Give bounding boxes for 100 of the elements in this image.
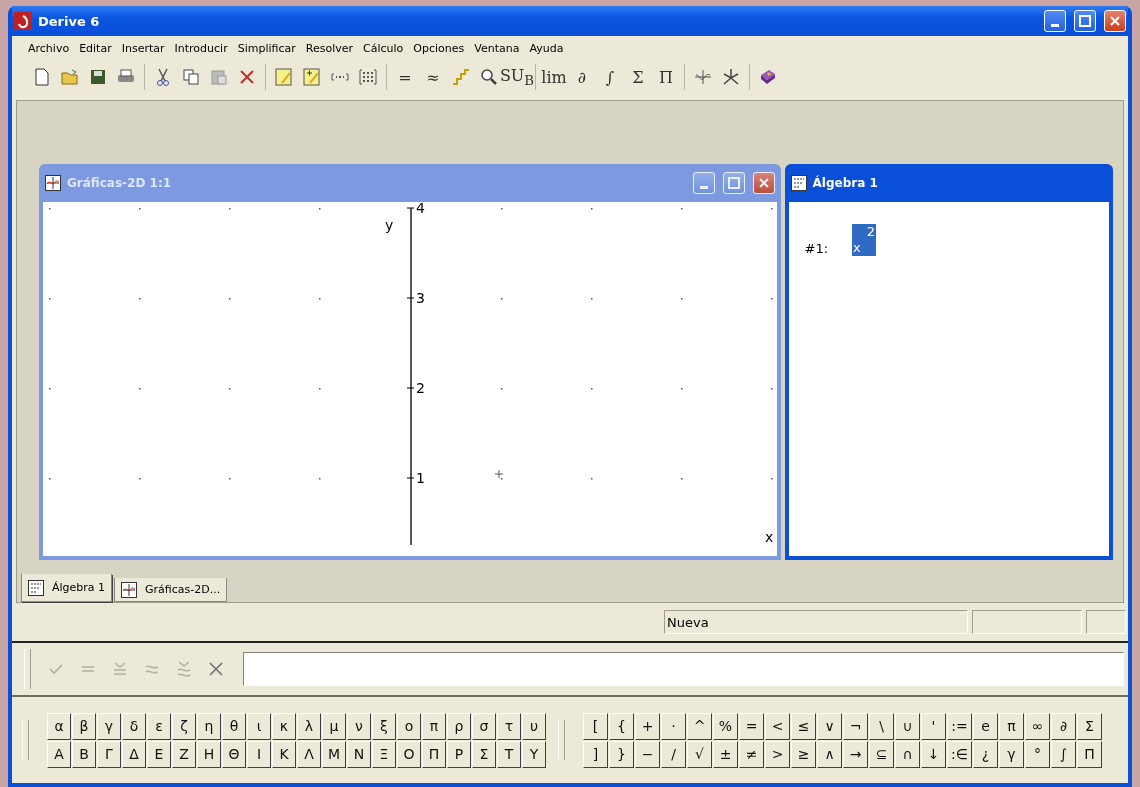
symbol-key[interactable]: ∧ bbox=[817, 740, 842, 768]
symbol-key[interactable]: Κ bbox=[272, 740, 296, 768]
menu-item[interactable]: Insertar bbox=[117, 39, 169, 57]
maximize-button[interactable] bbox=[722, 172, 745, 194]
symbol-key[interactable]: Π bbox=[1077, 740, 1102, 768]
symbol-key[interactable]: Μ bbox=[322, 740, 346, 768]
symbol-key[interactable]: \ bbox=[869, 712, 894, 740]
symbol-key[interactable]: β bbox=[72, 712, 96, 740]
symbol-key[interactable]: ≤ bbox=[791, 712, 816, 740]
symbol-key[interactable]: ] bbox=[583, 740, 608, 768]
symbol-key[interactable]: ε bbox=[147, 712, 171, 740]
symbol-key[interactable]: ι bbox=[247, 712, 271, 740]
menu-item[interactable]: Resolver bbox=[301, 39, 357, 57]
symbol-key[interactable]: Λ bbox=[297, 740, 321, 768]
symbol-key[interactable]: υ bbox=[522, 712, 546, 740]
symbol-key[interactable]: ∪ bbox=[895, 712, 920, 740]
menu-item[interactable]: Ventana bbox=[470, 39, 524, 57]
symbol-key[interactable]: ∩ bbox=[895, 740, 920, 768]
symbol-key[interactable]: γ bbox=[97, 712, 121, 740]
menu-item[interactable]: Ayuda bbox=[525, 39, 568, 57]
symbol-key[interactable]: Τ bbox=[497, 740, 521, 768]
symbol-key[interactable]: Σ bbox=[472, 740, 496, 768]
symbol-key[interactable]: ∨ bbox=[817, 712, 842, 740]
symbol-key[interactable]: ⊆ bbox=[869, 740, 894, 768]
symbol-key[interactable]: → bbox=[843, 740, 868, 768]
symbol-key[interactable]: ± bbox=[713, 740, 738, 768]
menu-item[interactable]: Editar bbox=[75, 39, 116, 57]
symbol-key[interactable]: = bbox=[739, 712, 764, 740]
symbol-key[interactable]: ^ bbox=[687, 712, 712, 740]
menu-item[interactable]: Cálculo bbox=[359, 39, 408, 57]
symbol-key[interactable]: σ bbox=[472, 712, 496, 740]
symbol-key[interactable]: ∞ bbox=[1025, 712, 1050, 740]
close-button[interactable] bbox=[752, 172, 775, 194]
symbol-key[interactable]: ∂ bbox=[1051, 712, 1076, 740]
symbol-key[interactable]: λ bbox=[297, 712, 321, 740]
toolbar-button[interactable]: ∫ bbox=[597, 64, 623, 90]
menu-item[interactable]: Opciones bbox=[409, 39, 469, 57]
symbol-key[interactable]: ρ bbox=[447, 712, 471, 740]
menu-item[interactable]: Introducir bbox=[170, 39, 232, 57]
symbol-key[interactable]: ' bbox=[921, 712, 946, 740]
symbol-key[interactable]: κ bbox=[272, 712, 296, 740]
symbol-key[interactable]: π bbox=[422, 712, 446, 740]
symbol-key[interactable]: ν bbox=[347, 712, 371, 740]
symbol-key[interactable]: ↓ bbox=[921, 740, 946, 768]
symbol-key[interactable]: Β bbox=[72, 740, 96, 768]
toolbar-grip[interactable] bbox=[558, 720, 565, 760]
symbol-key[interactable]: :∈ bbox=[947, 740, 972, 768]
toolbar-button[interactable]: ∂ bbox=[569, 64, 595, 90]
maximize-button[interactable] bbox=[1074, 10, 1096, 32]
symbol-key[interactable]: · bbox=[661, 712, 686, 740]
symbol-key[interactable]: { bbox=[609, 712, 634, 740]
menu-item[interactable]: Archivo bbox=[24, 39, 74, 57]
symbol-key[interactable]: η bbox=[197, 712, 221, 740]
symbol-key[interactable]: Ζ bbox=[172, 740, 196, 768]
symbol-key[interactable]: Δ bbox=[122, 740, 146, 768]
symbol-key[interactable]: Π bbox=[422, 740, 446, 768]
symbol-key[interactable]: δ bbox=[122, 712, 146, 740]
symbol-key[interactable]: α bbox=[47, 712, 71, 740]
symbol-key[interactable]: > bbox=[765, 740, 790, 768]
symbol-key[interactable]: } bbox=[609, 740, 634, 768]
symbol-key[interactable]: Ε bbox=[147, 740, 171, 768]
symbol-key[interactable]: % bbox=[713, 712, 738, 740]
symbol-key[interactable]: Ρ bbox=[447, 740, 471, 768]
symbol-key[interactable]: Ν bbox=[347, 740, 371, 768]
symbol-key[interactable]: ¿ bbox=[973, 740, 998, 768]
minimize-button[interactable] bbox=[692, 172, 715, 194]
symbol-key[interactable]: ≥ bbox=[791, 740, 816, 768]
minimize-button[interactable] bbox=[1044, 10, 1066, 32]
symbol-key[interactable]: < bbox=[765, 712, 790, 740]
symbol-key[interactable]: Γ bbox=[97, 740, 121, 768]
symbol-key[interactable]: := bbox=[947, 712, 972, 740]
symbol-key[interactable]: Α bbox=[47, 740, 71, 768]
toolbar-button[interactable]: Σ bbox=[625, 64, 651, 90]
expression[interactable]: 2 x bbox=[852, 224, 877, 256]
symbol-key[interactable]: π bbox=[999, 712, 1024, 740]
toolbar-grip[interactable] bbox=[24, 649, 31, 689]
menu-item[interactable]: Simplificar bbox=[233, 39, 300, 57]
symbol-key[interactable]: Ξ bbox=[372, 740, 396, 768]
symbol-key[interactable]: ξ bbox=[372, 712, 396, 740]
symbol-key[interactable]: ¬ bbox=[843, 712, 868, 740]
symbol-key[interactable]: τ bbox=[497, 712, 521, 740]
toolbar-button[interactable]: Π bbox=[653, 64, 679, 90]
close-button[interactable] bbox=[1104, 10, 1126, 32]
toolbar-button[interactable]: ≈ bbox=[420, 64, 446, 90]
symbol-key[interactable]: [ bbox=[583, 712, 608, 740]
symbol-key[interactable]: θ bbox=[222, 712, 246, 740]
toolbar-button[interactable]: = bbox=[392, 64, 418, 90]
symbol-key[interactable]: e bbox=[973, 712, 998, 740]
symbol-key[interactable]: + bbox=[635, 712, 660, 740]
symbol-key[interactable]: Υ bbox=[522, 740, 546, 768]
symbol-key[interactable]: ο bbox=[397, 712, 421, 740]
window-tab[interactable]: Álgebra 1 bbox=[21, 574, 113, 602]
symbol-key[interactable]: ° bbox=[1025, 740, 1050, 768]
symbol-key[interactable]: μ bbox=[322, 712, 346, 740]
symbol-key[interactable]: / bbox=[661, 740, 686, 768]
symbol-key[interactable]: Ο bbox=[397, 740, 421, 768]
symbol-key[interactable]: Ι bbox=[247, 740, 271, 768]
symbol-key[interactable]: ζ bbox=[172, 712, 196, 740]
symbol-key[interactable]: ∫ bbox=[1051, 740, 1076, 768]
toolbar-grip[interactable] bbox=[22, 720, 29, 760]
